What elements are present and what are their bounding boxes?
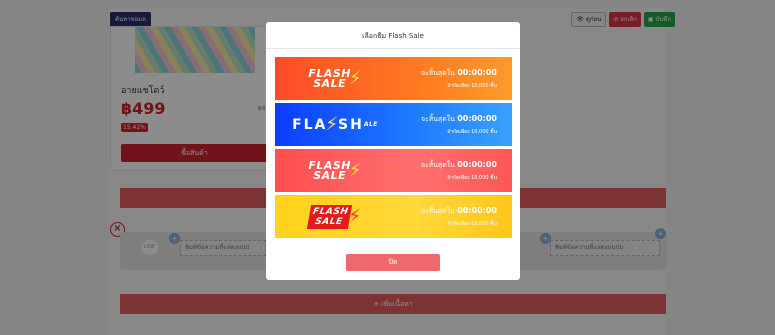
countdown-label: จะสิ้นสุดใน 00:00:00	[421, 114, 497, 123]
theme-option-yellow[interactable]: FLASH SALE ⚡ จะสิ้นสุดใน 00:00:00 จำกัดเ…	[275, 195, 512, 238]
countdown-value: 00:00:00	[457, 160, 497, 169]
countdown-label: จะสิ้นสุดใน 00:00:00	[421, 206, 497, 215]
flash-sale-logo: FLA ⚡ SH ALE	[292, 114, 378, 135]
theme-option-orange[interactable]: FLASH SALE ⚡ จะสิ้นสุดใน 00:00:00 จำกัดเ…	[275, 57, 512, 100]
countdown-label: จะสิ้นสุดใน 00:00:00	[421, 160, 497, 169]
lightning-icon: ⚡	[325, 114, 339, 135]
limit-label: จำกัดเพียง 10,000 ชิ้น	[447, 129, 497, 135]
flash-sale-logo: FLASH SALE ⚡	[308, 158, 362, 182]
limit-label: จำกัดเพียง 10,000 ชิ้น	[447, 221, 497, 227]
theme-option-blue[interactable]: FLA ⚡ SH ALE จะสิ้นสุดใน 00:00:00 จำกัดเ…	[275, 103, 512, 146]
countdown-value: 00:00:00	[457, 114, 497, 123]
flash-sale-logo: FLASH SALE ⚡	[275, 195, 395, 238]
flash-sale-logo: FLASH SALE ⚡	[308, 66, 362, 90]
limit-label: จำกัดเพียง 10,000 ชิ้น	[447, 175, 497, 181]
countdown-value: 00:00:00	[457, 206, 497, 215]
lightning-icon: ⚡	[349, 68, 362, 89]
modal-divider	[266, 48, 520, 49]
flash-sale-theme-modal: เลือกธีม Flash Sale FLASH SALE ⚡ จะสิ้นส…	[266, 22, 520, 280]
theme-option-red[interactable]: FLASH SALE ⚡ จะสิ้นสุดใน 00:00:00 จำกัดเ…	[275, 149, 512, 192]
limit-label: จำกัดเพียง 10,000 ชิ้น	[447, 83, 497, 89]
modal-title: เลือกธีม Flash Sale	[362, 32, 424, 40]
countdown-value: 00:00:00	[457, 68, 497, 77]
countdown-label: จะสิ้นสุดใน 00:00:00	[421, 68, 497, 77]
close-button[interactable]: ปิด	[346, 254, 440, 271]
lightning-icon: ⚡	[349, 160, 362, 181]
